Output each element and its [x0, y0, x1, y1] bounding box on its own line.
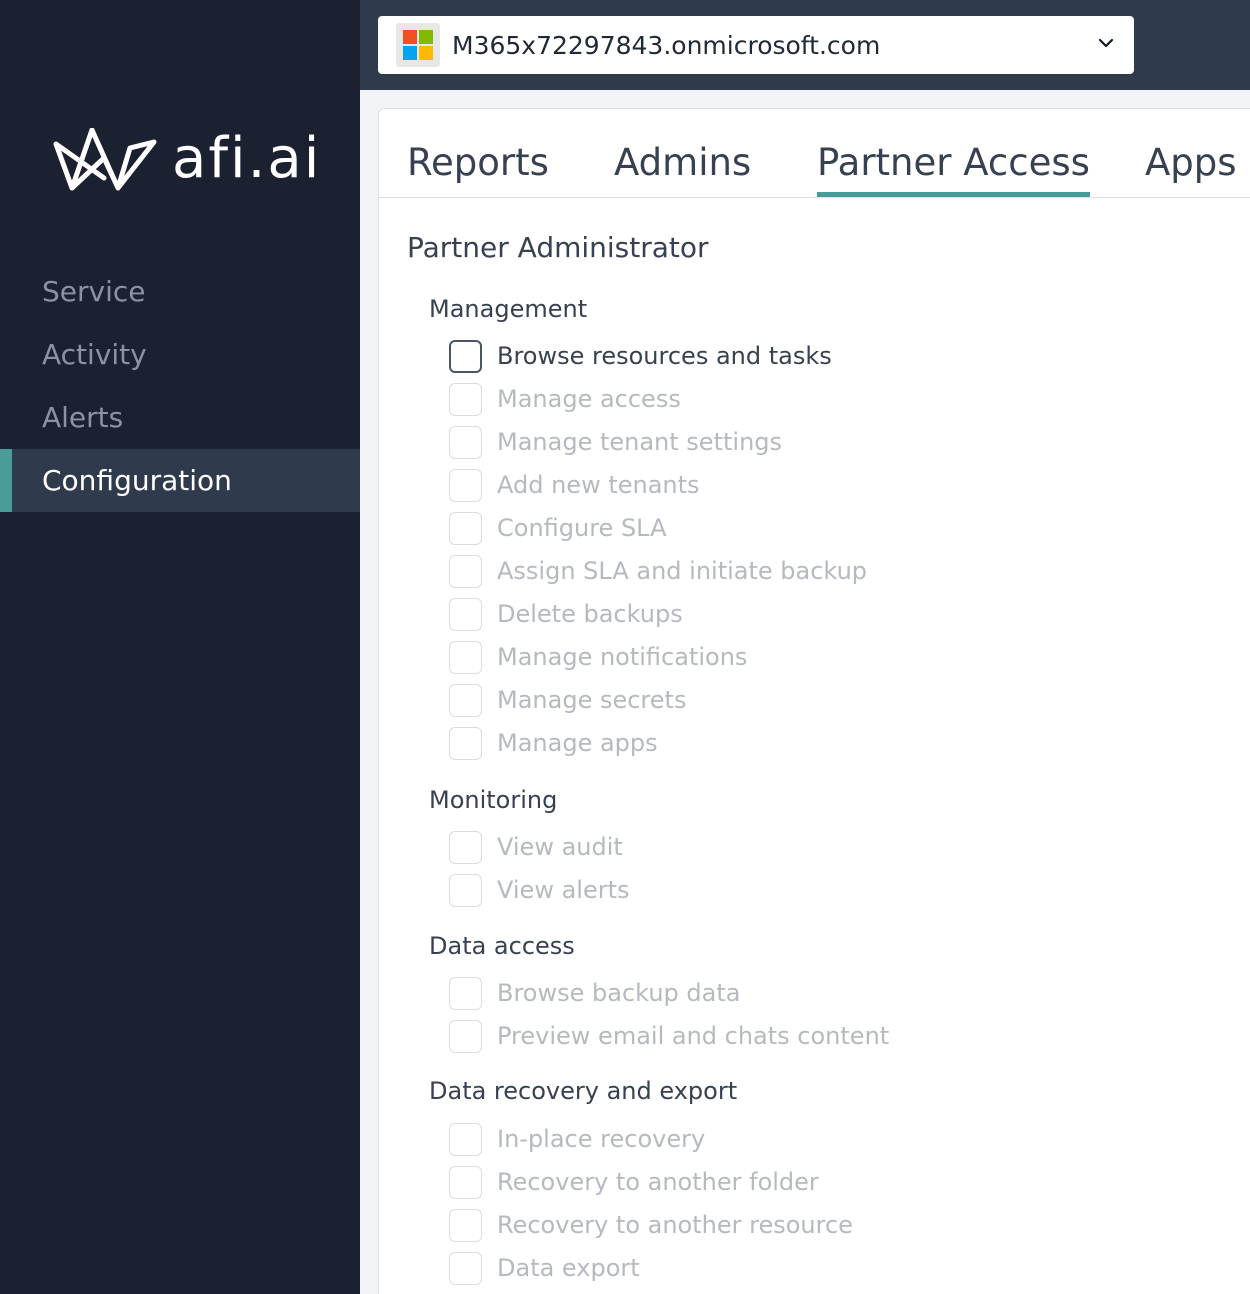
group-title-data-recovery: Data recovery and export: [429, 1077, 738, 1105]
sidebar: afi.ai Service Activity Alerts Configura…: [0, 0, 360, 1294]
permission-label: Data export: [497, 1254, 640, 1282]
permission-item: Browse backup data: [449, 976, 740, 1010]
brand-logo[interactable]: afi.ai: [52, 128, 321, 194]
permission-label: In-place recovery: [497, 1125, 706, 1153]
tenant-name: M365x72297843.onmicrosoft.com: [452, 30, 881, 60]
permission-label: Manage tenant settings: [497, 428, 783, 456]
permission-label: Browse resources and tasks: [497, 342, 832, 370]
brand-name: afi.ai: [172, 126, 322, 191]
checkbox: [449, 873, 482, 907]
permission-label: Preview email and chats content: [497, 1022, 890, 1050]
permission-label: Manage access: [497, 385, 681, 413]
permission-item: View audit: [449, 830, 623, 864]
checkbox: [449, 468, 482, 502]
checkbox: [449, 511, 482, 545]
tenant-selector[interactable]: M365x72297843.onmicrosoft.com: [378, 16, 1134, 74]
permission-item: Data export: [449, 1251, 640, 1285]
tab-apps[interactable]: Apps: [1145, 141, 1237, 192]
permission-label: Add new tenants: [497, 471, 700, 499]
crown-icon: [53, 128, 157, 191]
tab-admins[interactable]: Admins: [614, 141, 751, 192]
content-card: Reports Admins Partner Access Apps Partn…: [378, 108, 1250, 1294]
permission-label: Manage notifications: [497, 643, 748, 671]
permission-item: Manage tenant settings: [449, 425, 782, 459]
checkbox: [449, 1251, 482, 1285]
checkbox: [449, 382, 482, 416]
checkbox: [449, 1019, 482, 1053]
permission-item: View alerts: [449, 873, 630, 907]
tab-bar: Reports Admins Partner Access Apps: [379, 109, 1250, 198]
permission-label: Manage apps: [497, 729, 658, 757]
permission-label: View audit: [497, 833, 623, 861]
permission-label: View alerts: [497, 876, 630, 904]
microsoft-logo-icon: [396, 23, 440, 67]
checkbox: [449, 1165, 482, 1199]
permission-item: Configure SLA: [449, 511, 667, 545]
permission-item: Preview email and chats content: [449, 1019, 889, 1053]
sidebar-item-alerts[interactable]: Alerts: [0, 386, 360, 449]
sidebar-item-service[interactable]: Service: [0, 260, 360, 323]
permission-item: Manage access: [449, 382, 681, 416]
permission-item: In-place recovery: [449, 1122, 705, 1156]
permission-label: Delete backups: [497, 600, 683, 628]
checkbox: [449, 1208, 482, 1242]
permission-item[interactable]: Browse resources and tasks: [449, 339, 832, 373]
permission-item: Assign SLA and initiate backup: [449, 554, 867, 588]
permission-item: Delete backups: [449, 597, 683, 631]
checkbox: [449, 1122, 482, 1156]
group-title-data-access: Data access: [429, 932, 575, 960]
permission-label: Assign SLA and initiate backup: [497, 557, 868, 585]
sidebar-nav: Service Activity Alerts Configuration: [0, 260, 360, 512]
permission-label: Browse backup data: [497, 979, 741, 1007]
section-title: Partner Administrator: [407, 231, 709, 264]
permission-label: Recovery to another resource: [497, 1211, 853, 1239]
permission-item: Recovery to another resource: [449, 1208, 853, 1242]
permission-item: Add new tenants: [449, 468, 700, 502]
top-bar: M365x72297843.onmicrosoft.com: [360, 0, 1250, 90]
checkbox: [449, 830, 482, 864]
checkbox: [449, 683, 482, 717]
checkbox[interactable]: [449, 339, 482, 373]
checkbox: [449, 726, 482, 760]
group-title-management: Management: [429, 295, 588, 323]
permission-label: Configure SLA: [497, 514, 667, 542]
group-title-monitoring: Monitoring: [429, 786, 558, 814]
permission-item: Recovery to another folder: [449, 1165, 819, 1199]
checkbox: [449, 425, 482, 459]
checkbox: [449, 976, 482, 1010]
permission-label: Recovery to another folder: [497, 1168, 819, 1196]
permission-item: Manage notifications: [449, 640, 747, 674]
permission-label: Manage secrets: [497, 686, 687, 714]
sidebar-item-activity[interactable]: Activity: [0, 323, 360, 386]
chevron-down-icon: [1098, 38, 1114, 48]
sidebar-item-configuration[interactable]: Configuration: [0, 449, 360, 512]
checkbox: [449, 597, 482, 631]
checkbox: [449, 554, 482, 588]
tab-partner-access[interactable]: Partner Access: [817, 141, 1090, 197]
checkbox: [449, 640, 482, 674]
permission-item: Manage secrets: [449, 683, 686, 717]
permission-item: Manage apps: [449, 726, 658, 760]
tab-reports[interactable]: Reports: [407, 141, 549, 192]
